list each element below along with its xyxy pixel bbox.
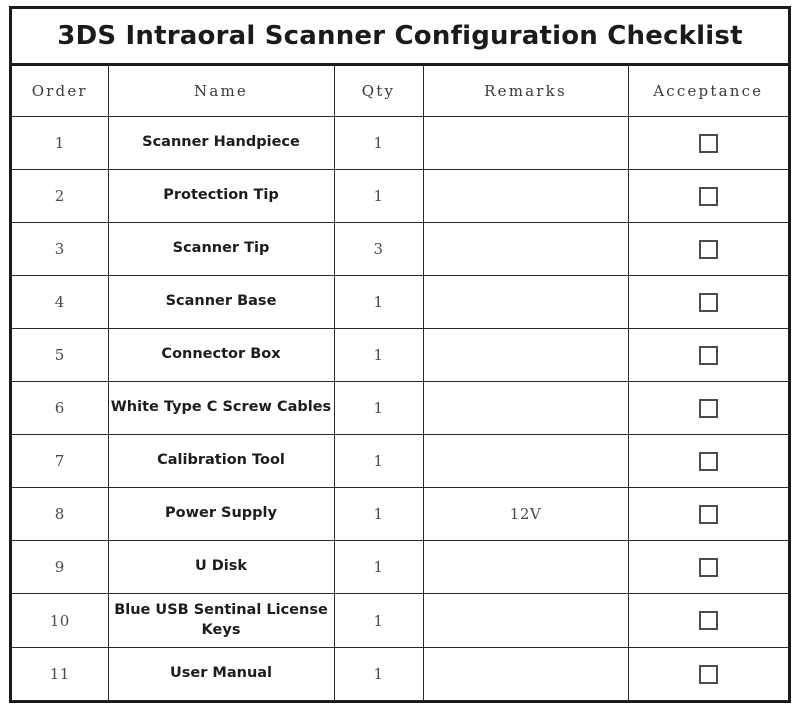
checkbox-icon[interactable] <box>698 664 718 684</box>
cell-name: U Disk <box>107 540 335 594</box>
table-row: 1 Scanner Handpiece 1 <box>12 116 788 170</box>
table-row: 3 Scanner Tip 3 <box>12 222 788 276</box>
table-header: Order Name Qty Remarks Acceptance <box>12 66 788 117</box>
cell-order: 1 <box>12 116 109 170</box>
checkbox-icon[interactable] <box>698 398 718 418</box>
cell-remarks <box>422 381 629 435</box>
cell-acceptance[interactable] <box>627 487 788 541</box>
cell-qty: 1 <box>333 540 424 594</box>
configuration-checklist-table: Order Name Qty Remarks Acceptance 1 Scann… <box>12 66 788 701</box>
cell-order: 6 <box>12 381 109 435</box>
cell-qty: 1 <box>333 381 424 435</box>
checkbox-icon[interactable] <box>698 292 718 312</box>
table-row: 10 Blue USB Sentinal License Keys 1 <box>12 593 788 648</box>
checkbox-icon[interactable] <box>698 504 718 524</box>
checkbox-icon[interactable] <box>698 345 718 365</box>
column-header-remarks: Remarks <box>422 66 629 117</box>
cell-remarks <box>422 116 629 170</box>
cell-acceptance[interactable] <box>627 328 788 382</box>
cell-name: Calibration Tool <box>107 434 335 488</box>
table-row: 7 Calibration Tool 1 <box>12 434 788 488</box>
page-root: 3DS Intraoral Scanner Configuration Chec… <box>0 0 800 712</box>
cell-name: Scanner Tip <box>107 222 335 276</box>
column-header-order: Order <box>12 66 109 117</box>
cell-acceptance[interactable] <box>627 169 788 223</box>
cell-qty: 1 <box>333 434 424 488</box>
cell-remarks <box>422 540 629 594</box>
cell-name: User Manual <box>107 647 335 701</box>
title-row: 3DS Intraoral Scanner Configuration Chec… <box>12 9 788 66</box>
cell-qty: 1 <box>333 593 424 648</box>
checkbox-icon[interactable] <box>698 451 718 471</box>
cell-order: 4 <box>12 275 109 329</box>
column-header-acceptance: Acceptance <box>627 66 788 117</box>
cell-name: Blue USB Sentinal License Keys <box>107 593 335 648</box>
cell-remarks <box>422 275 629 329</box>
checkbox-icon[interactable] <box>698 186 718 206</box>
cell-order: 8 <box>12 487 109 541</box>
cell-acceptance[interactable] <box>627 116 788 170</box>
cell-order: 9 <box>12 540 109 594</box>
cell-order: 11 <box>12 647 109 701</box>
cell-qty: 1 <box>333 169 424 223</box>
cell-remarks <box>422 222 629 276</box>
cell-order: 3 <box>12 222 109 276</box>
checkbox-icon[interactable] <box>698 557 718 577</box>
cell-qty: 3 <box>333 222 424 276</box>
table-row: 2 Protection Tip 1 <box>12 169 788 223</box>
column-header-qty: Qty <box>333 66 424 117</box>
table-row: 8 Power Supply 1 12V <box>12 487 788 541</box>
cell-acceptance[interactable] <box>627 593 788 648</box>
cell-name: Power Supply <box>107 487 335 541</box>
cell-name: Scanner Base <box>107 275 335 329</box>
page-title: 3DS Intraoral Scanner Configuration Chec… <box>57 21 743 51</box>
checkbox-icon[interactable] <box>698 611 718 630</box>
cell-qty: 1 <box>333 328 424 382</box>
cell-order: 7 <box>12 434 109 488</box>
cell-acceptance[interactable] <box>627 275 788 329</box>
cell-name: Connector Box <box>107 328 335 382</box>
cell-acceptance[interactable] <box>627 434 788 488</box>
cell-acceptance[interactable] <box>627 647 788 701</box>
cell-remarks <box>422 434 629 488</box>
cell-remarks <box>422 169 629 223</box>
table-row: 9U Disk 1 <box>12 540 788 594</box>
cell-acceptance[interactable] <box>627 381 788 435</box>
table-row: 11 User Manual 1 <box>12 647 788 701</box>
table-row: 4 Scanner Base 1 <box>12 275 788 329</box>
checkbox-icon[interactable] <box>698 133 718 153</box>
cell-qty: 1 <box>333 647 424 701</box>
checklist-document: 3DS Intraoral Scanner Configuration Chec… <box>9 6 791 703</box>
cell-name: Scanner Handpiece <box>107 116 335 170</box>
table-body: 1 Scanner Handpiece 1 2 Protection Tip 1 3 Scan… <box>12 116 788 701</box>
cell-order: 5 <box>12 328 109 382</box>
cell-order: 2 <box>12 169 109 223</box>
cell-name: Protection Tip <box>107 169 335 223</box>
cell-qty: 1 <box>333 275 424 329</box>
cell-remarks <box>422 593 629 648</box>
table-row: 6 White Type C Screw Cables 1 <box>12 381 788 435</box>
checkbox-icon[interactable] <box>698 239 718 259</box>
cell-remarks: 12V <box>422 487 629 541</box>
cell-qty: 1 <box>333 116 424 170</box>
cell-name: White Type C Screw Cables <box>107 381 335 435</box>
cell-acceptance[interactable] <box>627 540 788 594</box>
table-row: 5 Connector Box 1 <box>12 328 788 382</box>
cell-order: 10 <box>12 593 109 648</box>
column-header-name: Name <box>107 66 335 117</box>
cell-qty: 1 <box>333 487 424 541</box>
cell-acceptance[interactable] <box>627 222 788 276</box>
cell-remarks <box>422 328 629 382</box>
cell-remarks <box>422 647 629 701</box>
table-header-row: Order Name Qty Remarks Acceptance <box>12 66 788 117</box>
